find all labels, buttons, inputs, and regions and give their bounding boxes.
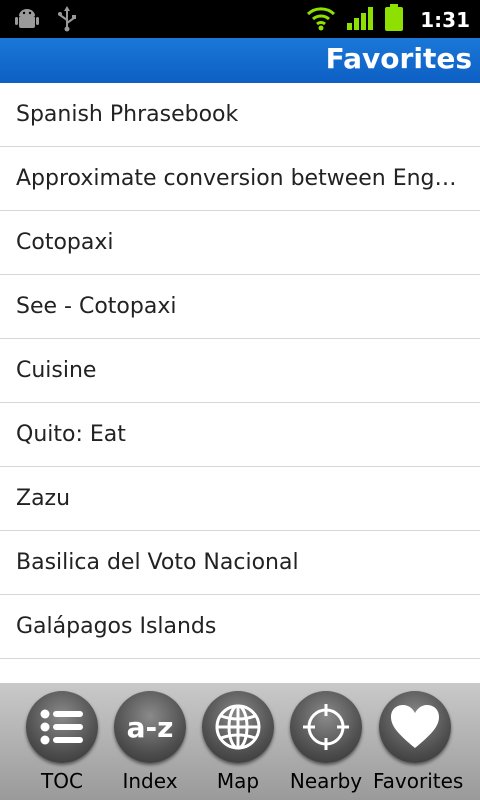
heart-icon: [379, 691, 451, 763]
list-item-label: Cuisine: [16, 358, 97, 383]
list-item[interactable]: Basilica del Voto Nacional: [0, 531, 480, 595]
list-item[interactable]: Galápagos Islands: [0, 595, 480, 659]
list-item[interactable]: Spanish Phrasebook: [0, 83, 480, 147]
list-icon: [26, 691, 98, 763]
status-time: 1:31: [420, 8, 470, 32]
favorites-list: Spanish Phrasebook Approximate conversio…: [0, 83, 480, 683]
android-debug-icon: [14, 6, 40, 36]
tab-favorites[interactable]: Favorites: [373, 691, 464, 793]
title-bar: Favorites: [0, 38, 480, 83]
list-item[interactable]: Approximate conversion between English: [0, 147, 480, 211]
tab-map[interactable]: Map: [196, 691, 280, 793]
tab-nearby[interactable]: Nearby: [284, 691, 368, 793]
tab-label: Nearby: [289, 769, 363, 793]
tab-label: Index: [122, 769, 178, 793]
page-title: Favorites: [325, 42, 472, 75]
tab-toc[interactable]: TOC: [20, 691, 104, 793]
wifi-icon: [306, 5, 336, 35]
list-item[interactable]: Zazu: [0, 467, 480, 531]
signal-icon: [346, 5, 374, 35]
list-item[interactable]: See - Cotopaxi: [0, 275, 480, 339]
list-item-label: Basilica del Voto Nacional: [16, 550, 299, 575]
tab-label: Favorites: [373, 769, 464, 793]
usb-icon: [56, 6, 78, 36]
list-item[interactable]: Cotopaxi: [0, 211, 480, 275]
svg-text:a-z: a-z: [127, 711, 174, 744]
globe-icon: [202, 691, 274, 763]
battery-icon: [384, 4, 404, 36]
list-item-label: Quito: Eat: [16, 422, 126, 447]
az-icon: a-z: [114, 691, 186, 763]
list-item-label: Approximate conversion between English: [16, 166, 460, 191]
status-bar: 1:31: [0, 0, 480, 38]
list-item-label: Zazu: [16, 486, 71, 511]
tab-index[interactable]: a-z Index: [108, 691, 192, 793]
list-item-label: Spanish Phrasebook: [16, 102, 239, 127]
list-item-label: Cotopaxi: [16, 230, 114, 255]
list-item-label: See - Cotopaxi: [16, 294, 177, 319]
list-item[interactable]: Quito: Eat: [0, 403, 480, 467]
list-item[interactable]: Cuisine: [0, 339, 480, 403]
bottom-tab-bar: TOC a-z Index Map Nearby Favorites: [0, 683, 480, 800]
tab-label: TOC: [41, 769, 83, 793]
list-item-label: Galápagos Islands: [16, 614, 217, 639]
tab-label: Map: [216, 769, 260, 793]
crosshair-icon: [290, 691, 362, 763]
